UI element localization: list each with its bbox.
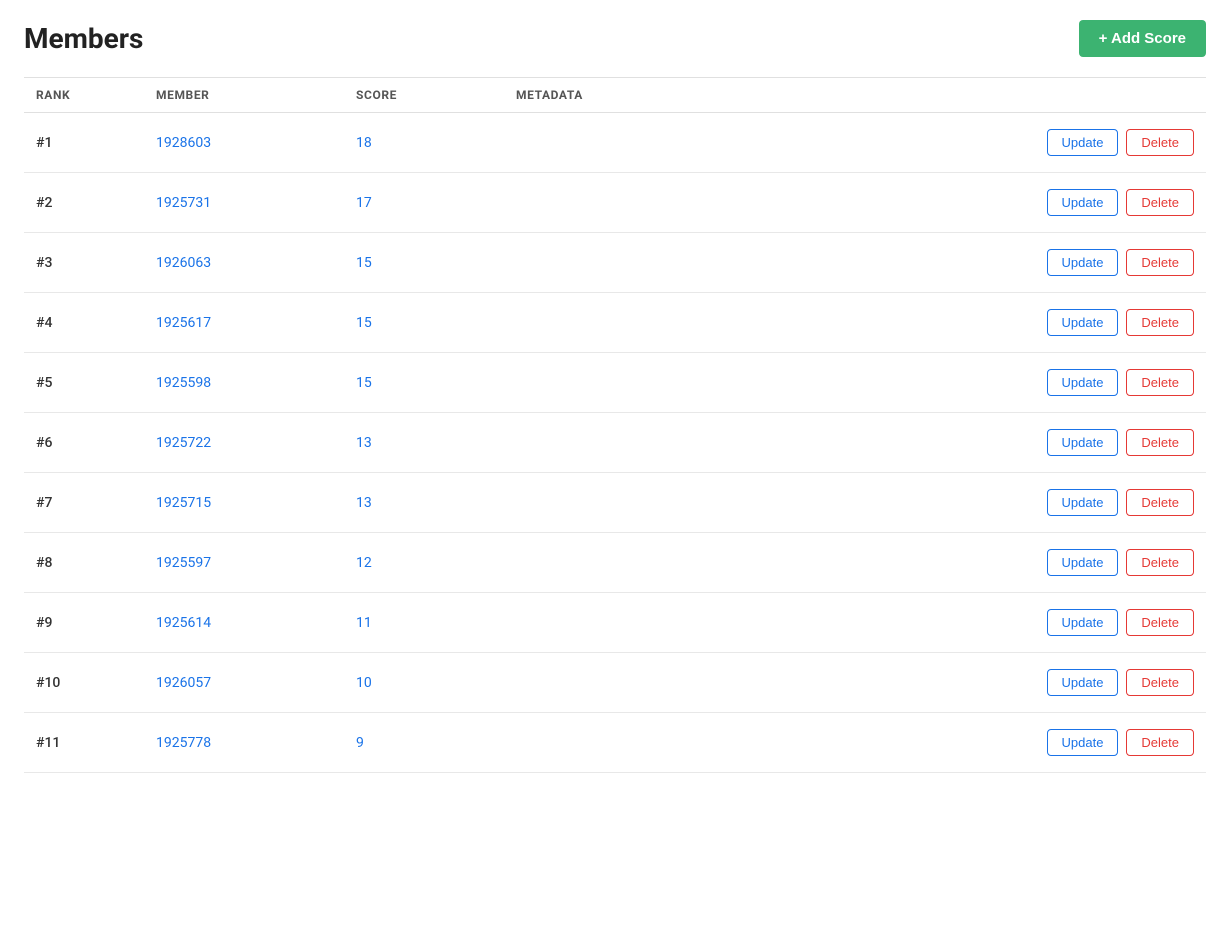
cell-actions: Update Delete (994, 129, 1194, 156)
header-member: MEMBER (156, 88, 356, 102)
header-rank: RANK (36, 88, 156, 102)
cell-score: 9 (356, 735, 516, 751)
table-row: #5 1925598 15 Update Delete (24, 353, 1206, 413)
cell-rank: #11 (36, 735, 156, 751)
cell-rank: #5 (36, 375, 156, 391)
table-row: #11 1925778 9 Update Delete (24, 713, 1206, 773)
update-button[interactable]: Update (1047, 729, 1119, 756)
add-score-button[interactable]: + Add Score (1079, 20, 1206, 57)
cell-actions: Update Delete (994, 669, 1194, 696)
cell-score: 11 (356, 615, 516, 631)
cell-score: 13 (356, 435, 516, 451)
cell-member: 1926057 (156, 675, 356, 691)
cell-rank: #9 (36, 615, 156, 631)
delete-button[interactable]: Delete (1126, 669, 1194, 696)
update-button[interactable]: Update (1047, 429, 1119, 456)
update-button[interactable]: Update (1047, 669, 1119, 696)
cell-member: 1925722 (156, 435, 356, 451)
delete-button[interactable]: Delete (1126, 609, 1194, 636)
cell-score: 18 (356, 135, 516, 151)
delete-button[interactable]: Delete (1126, 549, 1194, 576)
header-score: SCORE (356, 88, 516, 102)
table-row: #8 1925597 12 Update Delete (24, 533, 1206, 593)
table-row: #10 1926057 10 Update Delete (24, 653, 1206, 713)
delete-button[interactable]: Delete (1126, 309, 1194, 336)
table-header: RANK MEMBER SCORE METADATA (24, 78, 1206, 113)
header-actions (994, 88, 1194, 102)
cell-rank: #1 (36, 135, 156, 151)
update-button[interactable]: Update (1047, 489, 1119, 516)
table-row: #6 1925722 13 Update Delete (24, 413, 1206, 473)
update-button[interactable]: Update (1047, 129, 1119, 156)
cell-score: 15 (356, 315, 516, 331)
delete-button[interactable]: Delete (1126, 189, 1194, 216)
cell-rank: #3 (36, 255, 156, 271)
cell-rank: #8 (36, 555, 156, 571)
cell-actions: Update Delete (994, 549, 1194, 576)
cell-actions: Update Delete (994, 369, 1194, 396)
table-row: #7 1925715 13 Update Delete (24, 473, 1206, 533)
cell-actions: Update Delete (994, 429, 1194, 456)
cell-rank: #6 (36, 435, 156, 451)
cell-rank: #2 (36, 195, 156, 211)
table-row: #1 1928603 18 Update Delete (24, 113, 1206, 173)
table-body: #1 1928603 18 Update Delete #2 1925731 1… (24, 113, 1206, 773)
cell-member: 1926063 (156, 255, 356, 271)
cell-score: 10 (356, 675, 516, 691)
cell-score: 13 (356, 495, 516, 511)
update-button[interactable]: Update (1047, 369, 1119, 396)
cell-member: 1925614 (156, 615, 356, 631)
page-header: Members + Add Score (24, 20, 1206, 57)
page-title: Members (24, 22, 143, 55)
cell-rank: #4 (36, 315, 156, 331)
delete-button[interactable]: Delete (1126, 249, 1194, 276)
cell-member: 1925715 (156, 495, 356, 511)
cell-member: 1928603 (156, 135, 356, 151)
cell-member: 1925731 (156, 195, 356, 211)
update-button[interactable]: Update (1047, 189, 1119, 216)
update-button[interactable]: Update (1047, 309, 1119, 336)
delete-button[interactable]: Delete (1126, 429, 1194, 456)
cell-actions: Update Delete (994, 309, 1194, 336)
update-button[interactable]: Update (1047, 549, 1119, 576)
page-container: Members + Add Score RANK MEMBER SCORE ME… (0, 0, 1230, 949)
delete-button[interactable]: Delete (1126, 729, 1194, 756)
cell-score: 17 (356, 195, 516, 211)
cell-actions: Update Delete (994, 189, 1194, 216)
cell-member: 1925617 (156, 315, 356, 331)
cell-score: 15 (356, 255, 516, 271)
cell-actions: Update Delete (994, 489, 1194, 516)
cell-actions: Update Delete (994, 249, 1194, 276)
update-button[interactable]: Update (1047, 249, 1119, 276)
delete-button[interactable]: Delete (1126, 489, 1194, 516)
cell-member: 1925597 (156, 555, 356, 571)
cell-score: 12 (356, 555, 516, 571)
table-row: #3 1926063 15 Update Delete (24, 233, 1206, 293)
members-table: RANK MEMBER SCORE METADATA #1 1928603 18… (24, 77, 1206, 773)
cell-actions: Update Delete (994, 609, 1194, 636)
delete-button[interactable]: Delete (1126, 369, 1194, 396)
cell-rank: #7 (36, 495, 156, 511)
table-row: #2 1925731 17 Update Delete (24, 173, 1206, 233)
cell-rank: #10 (36, 675, 156, 691)
cell-member: 1925778 (156, 735, 356, 751)
update-button[interactable]: Update (1047, 609, 1119, 636)
table-row: #4 1925617 15 Update Delete (24, 293, 1206, 353)
cell-member: 1925598 (156, 375, 356, 391)
cell-score: 15 (356, 375, 516, 391)
header-metadata: METADATA (516, 88, 994, 102)
cell-actions: Update Delete (994, 729, 1194, 756)
delete-button[interactable]: Delete (1126, 129, 1194, 156)
table-row: #9 1925614 11 Update Delete (24, 593, 1206, 653)
